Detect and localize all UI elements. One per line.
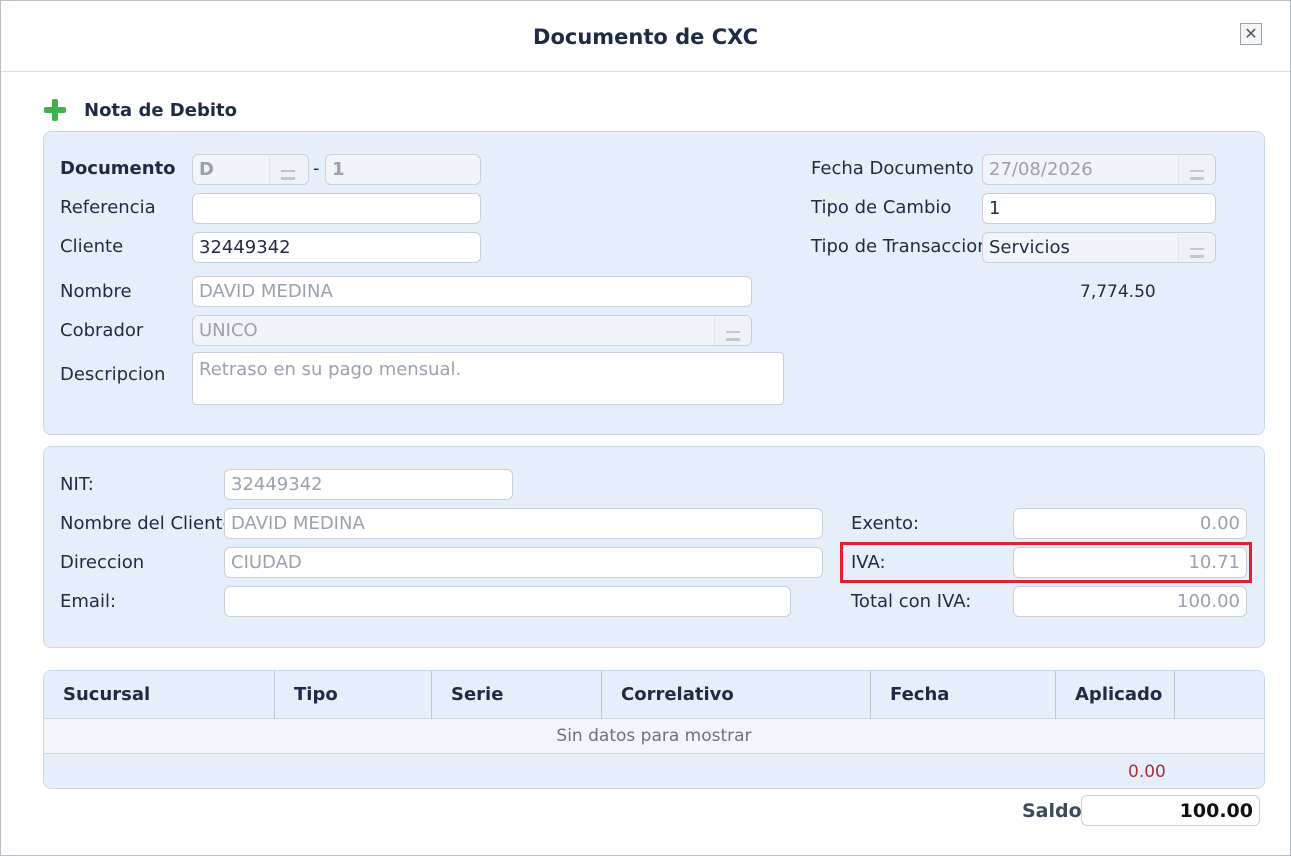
exento-label: Exento: [851, 513, 920, 534]
section-header: Nota de Debito [43, 97, 237, 123]
total-iva-label: Total con IVA: [851, 591, 972, 612]
direccion-field: CIUDAD [224, 547, 823, 578]
nombre-field: DAVID MEDINA [192, 276, 752, 307]
nombre-cliente-field: DAVID MEDINA [224, 508, 823, 539]
grid-footer: 0.00 [44, 754, 1264, 788]
column-header-serie[interactable]: Serie [432, 671, 602, 719]
referencia-label: Referencia [60, 197, 156, 218]
total-iva-field: 100.00 [1013, 586, 1247, 617]
calendar-icon[interactable] [1178, 156, 1214, 184]
email-label: Email: [60, 591, 117, 612]
tipo-transaccion-select[interactable]: Servicios [982, 232, 1216, 263]
exento-field: 0.00 [1013, 508, 1247, 539]
aplicaciones-grid: Sucursal Tipo Serie Correlativo Fecha Ap… [43, 670, 1265, 789]
fecha-documento-label: Fecha Documento [811, 158, 974, 179]
column-header-sucursal[interactable]: Sucursal [44, 671, 275, 719]
email-input[interactable] [224, 586, 791, 617]
cliente-label: Cliente [60, 236, 124, 257]
saldo-field: 100.00 [1081, 795, 1260, 826]
saldo-label: Saldo [1022, 800, 1082, 822]
grid-empty-message: Sin datos para mostrar [44, 719, 1264, 754]
nit-label: NIT: [60, 474, 94, 495]
tipo-cambio-input[interactable]: 1 [982, 193, 1216, 224]
cobrador-label: Cobrador [60, 320, 144, 341]
descripcion-label: Descripcion [60, 364, 166, 385]
tipo-cambio-label: Tipo de Cambio [811, 197, 952, 218]
fecha-documento-field[interactable]: 27/08/2026 [982, 154, 1216, 185]
cobrador-value: UNICO [199, 320, 258, 341]
tipo-transaccion-label: Tipo de Transaccion [811, 236, 989, 257]
documento-serie-select[interactable]: D [192, 154, 309, 185]
cobrador-select[interactable]: UNICO [192, 315, 752, 346]
close-icon[interactable]: ✕ [1240, 23, 1262, 45]
cliente-input[interactable]: 32449342 [192, 232, 481, 263]
chevron-down-icon[interactable] [269, 156, 307, 184]
dialog-title: Documento de CXC [1, 1, 1290, 72]
plus-icon [43, 98, 67, 122]
tipo-transaccion-value: Servicios [989, 237, 1070, 258]
grid-header: Sucursal Tipo Serie Correlativo Fecha Ap… [44, 671, 1264, 719]
chevron-down-icon[interactable] [1178, 234, 1214, 262]
referencia-input[interactable] [192, 193, 481, 224]
dialog-window: Documento de CXC ✕ Nota de Debito Docume… [0, 0, 1291, 856]
column-header-aplicado[interactable]: Aplicado [1056, 671, 1175, 719]
iva-label: IVA: [851, 552, 886, 573]
direccion-label: Direccion [60, 552, 145, 573]
nombre-label: Nombre [60, 281, 132, 302]
column-header-tipo[interactable]: Tipo [275, 671, 432, 719]
documento-separator: - [313, 158, 320, 179]
descripcion-textarea[interactable]: Retraso en su pago mensual. [192, 352, 784, 405]
grid-total-aplicado: 0.00 [1128, 762, 1166, 782]
column-header-correlativo[interactable]: Correlativo [602, 671, 871, 719]
nombre-cliente-label: Nombre del Cliente [60, 513, 234, 534]
chevron-down-icon[interactable] [714, 317, 750, 345]
section-title: Nota de Debito [84, 99, 237, 121]
iva-field: 10.71 [1013, 547, 1247, 578]
documento-numero-field[interactable]: 1 [325, 154, 481, 185]
documento-label: Documento [60, 158, 176, 179]
fecha-documento-value: 27/08/2026 [989, 159, 1093, 180]
documento-serie-value: D [199, 159, 214, 180]
column-header-fecha[interactable]: Fecha [871, 671, 1056, 719]
saldo-cliente-value: 7,774.50 [1080, 282, 1156, 302]
nit-field: 32449342 [224, 469, 513, 500]
